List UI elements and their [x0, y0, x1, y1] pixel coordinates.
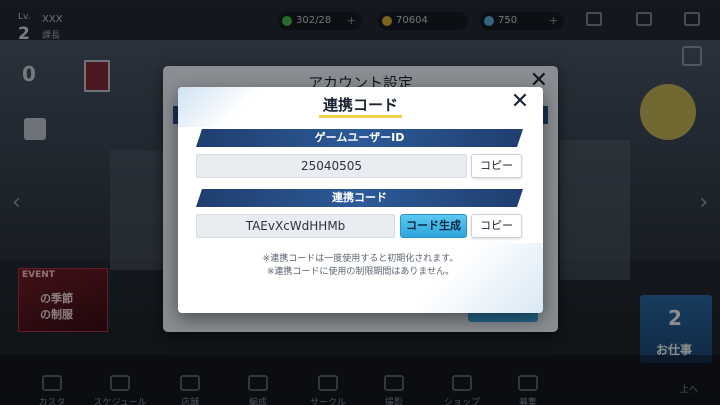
copy-link-code-button[interactable]: コピー: [471, 214, 522, 238]
user-id-header: ゲームユーザーID: [196, 129, 523, 147]
title-underline: [319, 115, 402, 118]
note-text: ※連携コードに使用の制限期間はありません。: [266, 267, 455, 277]
dialog-title: 連携コード: [322, 96, 398, 114]
copy-user-id-button[interactable]: コピー: [471, 154, 522, 178]
close-icon[interactable]: ✕: [509, 91, 531, 113]
link-code-header: 連携コード: [196, 189, 523, 207]
link-code-field[interactable]: TAEvXcWdHHMb: [196, 214, 395, 238]
link-code-dialog: 連携コード ✕ ゲームユーザーID 25040505 コピー 連携コード TAE…: [178, 87, 543, 313]
user-id-field[interactable]: 25040505: [196, 154, 467, 178]
notes: ※連携コードは一度使用すると初期化されます。 ※連携コードに使用の制限期間はあり…: [178, 253, 543, 279]
note-text: ※連携コードは一度使用すると初期化されます。: [262, 254, 459, 264]
generate-code-button[interactable]: コード生成: [400, 214, 467, 238]
